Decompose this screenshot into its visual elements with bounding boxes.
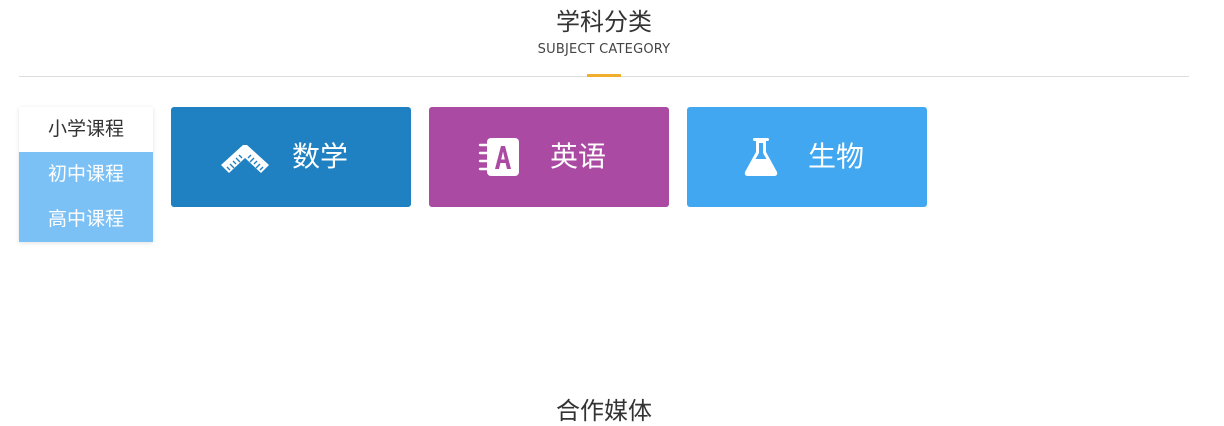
tab-junior-courses[interactable]: 初中课程 [19, 152, 153, 197]
tab-senior-courses[interactable]: 高中课程 [19, 197, 153, 242]
tab-primary-courses[interactable]: 小学课程 [19, 107, 153, 152]
notebook-letter-a-icon [477, 137, 529, 177]
subject-card-math[interactable]: 数学 [171, 107, 411, 207]
partner-section-title: 合作媒体 [556, 397, 652, 425]
section-title: 学科分类 [556, 8, 652, 36]
subject-label-math: 数学 [292, 140, 349, 173]
section-divider-accent [587, 74, 621, 77]
ruler-icon [219, 137, 271, 177]
section-subtitle: SUBJECT CATEGORY [537, 42, 671, 57]
subject-card-biology[interactable]: 生物 [687, 107, 927, 207]
level-tabs: 小学课程 初中课程 高中课程 [19, 107, 153, 242]
flask-icon [735, 137, 787, 177]
subject-card-english[interactable]: 英语 [429, 107, 669, 207]
subject-label-biology: 生物 [808, 140, 865, 173]
subject-label-english: 英语 [550, 140, 607, 173]
